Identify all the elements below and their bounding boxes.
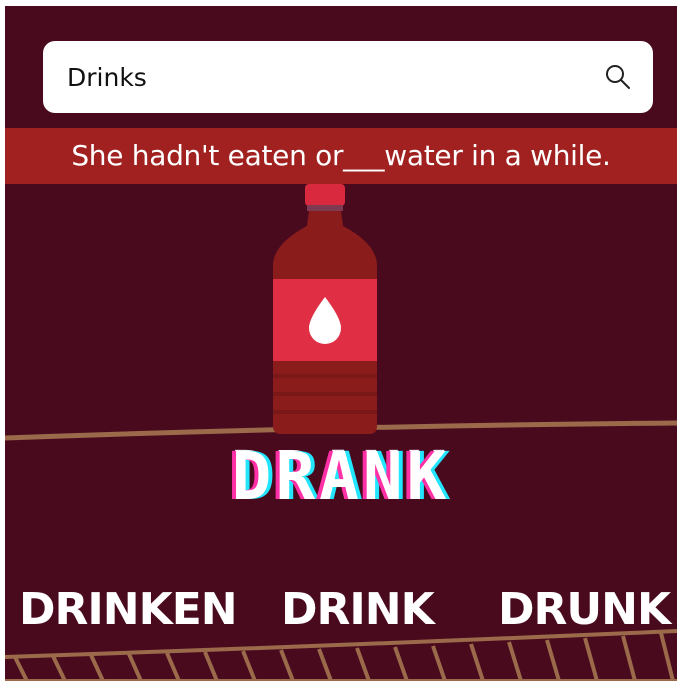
bottle-cap [305, 184, 345, 206]
choice-drink[interactable]: DRINK [281, 584, 435, 635]
bottle-rib [273, 410, 377, 414]
answer-word: DRANK [231, 438, 451, 515]
search-bar[interactable]: Drinks [43, 41, 653, 113]
bottle-rib [273, 374, 377, 378]
choice-drunk[interactable]: DRUNK [498, 584, 671, 635]
choice-drinken[interactable]: DRINKEN [19, 584, 238, 635]
bottle-cap-ring [307, 205, 343, 211]
bottle-rib [273, 392, 377, 396]
bottom-railing [5, 629, 677, 681]
question-sentence: She hadn't eaten or___water in a while. [5, 128, 677, 184]
water-bottle [273, 184, 377, 434]
search-input[interactable]: Drinks [67, 63, 603, 92]
game-stage: Drinks She hadn't eaten or___water in a … [5, 6, 677, 681]
search-icon[interactable] [603, 62, 633, 92]
